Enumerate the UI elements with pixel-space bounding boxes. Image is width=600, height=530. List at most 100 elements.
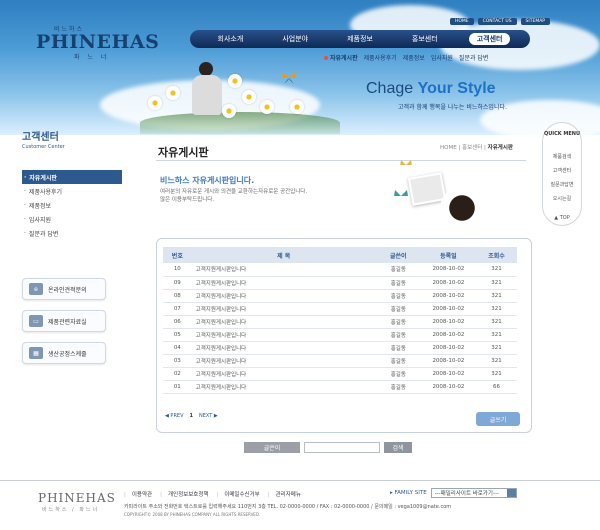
breadcrumb-pr[interactable]: 홍보센터 xyxy=(462,145,482,151)
subnav-item-qna[interactable]: 질문과 답변 xyxy=(459,53,489,62)
sidebar-title-en: Customer Center xyxy=(22,144,65,150)
sidebar-item-careers[interactable]: 입사지원 xyxy=(22,212,122,226)
search-field-select[interactable]: 글쓴이 xyxy=(244,442,300,453)
breadcrumb-home[interactable]: HOME xyxy=(440,145,457,151)
toplink-home[interactable]: HOME xyxy=(449,18,474,25)
nav-item-company[interactable]: 회사소개 xyxy=(210,33,252,45)
main-navigation: 회사소개 사업분야 제품정보 홍보센터 고객센터 xyxy=(190,30,530,48)
butterfly-icon xyxy=(282,72,296,84)
flower-icon xyxy=(242,90,256,104)
sidebar-item-free-board[interactable]: 자유게시판 xyxy=(22,170,122,184)
sidebar-item-products[interactable]: 제품정보 xyxy=(22,198,122,212)
quick-menu-title: QUICK MENU xyxy=(543,131,581,137)
footer-copyright: COPYRIGHT© 2008 BY PHINEHAS COMPANY ALL … xyxy=(124,512,261,517)
page-title: 자유게시판 xyxy=(158,146,209,159)
girl-illustration xyxy=(190,62,224,120)
search-input[interactable] xyxy=(304,442,380,453)
post-title-link[interactable]: 고객지원게시판입니다 xyxy=(191,289,376,303)
post-title-link[interactable]: 고객지원게시판입니다 xyxy=(191,367,376,381)
site-logo[interactable]: 비느하스 PHINEHAS 파 느 너 xyxy=(36,24,159,61)
column-header-date: 등록일 xyxy=(420,247,477,263)
footer-link-privacy[interactable]: 개인정보보호정책 xyxy=(160,490,208,498)
post-title-link[interactable]: 고객지원게시판입니다 xyxy=(191,341,376,355)
production-schedule-button[interactable]: ▦ 생산공정스케줄 xyxy=(22,342,106,364)
table-row[interactable]: 06 고객지원게시판입니다 홍길동 2008-10-02 321 xyxy=(163,315,517,329)
table-row[interactable]: 02 고객지원게시판입니다 홍길동 2008-10-02 321 xyxy=(163,367,517,381)
column-header-subject: 제 목 xyxy=(191,247,376,263)
toplink-sitemap[interactable]: SITEMAP xyxy=(520,18,550,25)
post-title-link[interactable]: 고객지원게시판입니다 xyxy=(191,276,376,290)
nav-item-customer[interactable]: 고객센터 xyxy=(468,33,511,45)
nav-item-pr[interactable]: 홍보센터 xyxy=(404,33,446,45)
post-title-link[interactable]: 고객지원게시판입니다 xyxy=(191,263,376,277)
flower-icon xyxy=(228,74,242,88)
table-row[interactable]: 07 고객지원게시판입니다 홍길동 2008-10-02 321 xyxy=(163,302,517,316)
table-row[interactable]: 03 고객지원게시판입니다 홍길동 2008-10-02 321 xyxy=(163,354,517,368)
left-sidebar: 고객센터 Customer Center 자유게시판 제품사용후기 제품정보 입… xyxy=(22,128,122,364)
intro-heading: 비느하스 자유게시판입니다. xyxy=(160,176,255,185)
breadcrumb-current: 자유게시판 xyxy=(487,145,513,151)
subnav-item-free-board[interactable]: 자유게시판 xyxy=(324,53,358,62)
online-quote-button[interactable]: e 온라인견적문의 xyxy=(22,278,106,300)
table-header-row: 번호 제 목 글쓴이 등록일 조회수 xyxy=(163,247,517,263)
logo-text: PHINEHAS xyxy=(36,31,160,53)
footer-link-admin[interactable]: 관리자메뉴 xyxy=(268,490,301,498)
footer-links: 이용약관 개인정보보호정책 이메일수신거부 관리자메뉴 xyxy=(124,490,301,498)
family-site-select[interactable]: ---패밀리사이트 바로가기--- xyxy=(430,488,517,498)
footer-logo-sub: 비느하스 / 파느너 xyxy=(42,507,100,513)
slogan-title: Chage Your Style xyxy=(366,80,496,97)
quick-item-customer[interactable]: 고객센터 xyxy=(543,167,581,174)
quick-item-directions[interactable]: 오시는길 xyxy=(543,195,581,202)
nav-item-business[interactable]: 사업분야 xyxy=(274,33,316,45)
post-title-link[interactable]: 고객지원게시판입니다 xyxy=(191,380,376,394)
subnav-item-careers[interactable]: 입사지원 xyxy=(431,53,453,62)
subnav-item-products[interactable]: 제품정보 xyxy=(403,53,425,62)
breadcrumb: HOME | 홍보센터 | 자유게시판 xyxy=(440,145,513,151)
flower-icon xyxy=(166,86,180,100)
sidebar-item-reviews[interactable]: 제품사용후기 xyxy=(22,184,122,198)
top-links: HOME CONTACT US SITEMAP xyxy=(449,18,550,25)
product-archive-button[interactable]: ▭ 제품관련자료실 xyxy=(22,310,106,332)
search-button[interactable]: 검색 xyxy=(384,442,412,453)
write-button[interactable]: 글쓰기 xyxy=(476,412,520,426)
column-header-writer: 글쓴이 xyxy=(375,247,421,263)
footer-link-email-refuse[interactable]: 이메일수신거부 xyxy=(216,490,259,498)
footer-link-terms[interactable]: 이용약관 xyxy=(124,490,152,498)
quick-item-qna[interactable]: 질문과답변 xyxy=(543,181,581,188)
footer-divider xyxy=(0,480,600,481)
table-row[interactable]: 05 고객지원게시판입니다 홍길동 2008-10-02 321 xyxy=(163,328,517,342)
coffee-cup-illustration xyxy=(440,186,484,230)
table-row[interactable]: 04 고객지원게시판입니다 홍길동 2008-10-02 321 xyxy=(163,341,517,355)
board-panel: 번호 제 목 글쓴이 등록일 조회수 10 고객지원게시판입니다 홍길동 2008-1… xyxy=(156,238,532,433)
post-title-link[interactable]: 고객지원게시판입니다 xyxy=(191,302,376,316)
sidebar-menu: 자유게시판 제품사용후기 제품정보 입사지원 질문과 답변 xyxy=(22,170,122,240)
family-site-label: ▸ FAMILY SITE xyxy=(390,490,427,496)
flower-icon xyxy=(222,104,236,118)
toplink-contact[interactable]: CONTACT US xyxy=(477,18,517,25)
pager-page-1[interactable]: 1 xyxy=(190,413,193,419)
post-title-link[interactable]: 고객지원게시판입니다 xyxy=(191,328,376,342)
footer-logo: PHINEHAS xyxy=(38,491,116,505)
footer-info: 카피라이트 주소와 전화번호 텍스트로를 입력해주세요 110번지 3층 TEL… xyxy=(124,504,452,510)
monitor-icon: ▭ xyxy=(29,315,43,327)
quick-item-product-search[interactable]: 제품검색 xyxy=(543,153,581,160)
grass-decoration xyxy=(140,112,340,134)
pager-prev-button[interactable]: ◀ PREV xyxy=(165,413,184,419)
nav-item-products[interactable]: 제품정보 xyxy=(339,33,381,45)
post-title-link[interactable]: 고객지원게시판입니다 xyxy=(191,315,376,329)
table-row[interactable]: 09 고객지원게시판입니다 홍길동 2008-10-02 321 xyxy=(163,276,517,290)
post-title-link[interactable]: 고객지원게시판입니다 xyxy=(191,354,376,368)
table-row[interactable]: 08 고객지원게시판입니다 홍길동 2008-10-02 321 xyxy=(163,289,517,303)
logo-subtext: 파 느 너 xyxy=(74,54,110,61)
pager-next-button[interactable]: NEXT ▶ xyxy=(199,413,218,419)
family-site: ▸ FAMILY SITE ---패밀리사이트 바로가기--- xyxy=(390,488,517,498)
sidebar-item-qna[interactable]: 질문과 답변 xyxy=(22,226,122,240)
subnav-item-reviews[interactable]: 제품사용후기 xyxy=(364,53,397,62)
quick-top-button[interactable]: ▲ TOP xyxy=(543,215,581,221)
table-row[interactable]: 01 고객지원게시판입니다 홍길동 2008-10-02 66 xyxy=(163,380,517,394)
sub-navigation: 자유게시판 제품사용후기 제품정보 입사지원 질문과 답변 xyxy=(324,53,488,62)
butterfly-icon xyxy=(394,190,408,196)
table-row[interactable]: 10 고객지원게시판입니다 홍길동 2008-10-02 321 xyxy=(163,263,517,277)
sidebar-title: 고객센터 xyxy=(22,132,59,143)
pagination: ◀ PREV 1 NEXT ▶ xyxy=(165,413,218,419)
